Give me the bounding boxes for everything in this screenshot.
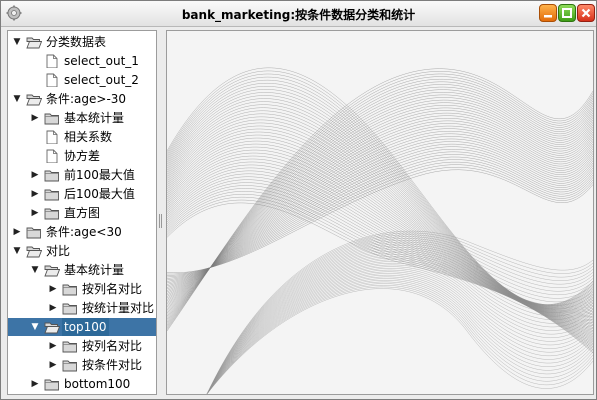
folder-icon: [62, 360, 77, 372]
collapse-toggle-icon[interactable]: ▼: [30, 261, 40, 279]
tree-item-label: 直方图: [64, 206, 101, 220]
tree-folder-item[interactable]: ▶ 条件:age<30: [12, 223, 156, 241]
wave-background-image: [167, 31, 593, 394]
tree-folder-item[interactable]: ▼ 条件:age>-30: [12, 90, 156, 108]
tree-folder-item[interactable]: ▼ 对比: [12, 242, 156, 260]
tree-item-label: 前100最大值: [64, 168, 135, 182]
tree-leaf-item[interactable]: 相关系数: [30, 128, 156, 146]
tree-folder-item[interactable]: ▶ 前100最大值: [30, 166, 156, 184]
expand-toggle-icon[interactable]: ▶: [30, 166, 40, 184]
folder-open-icon: [26, 37, 42, 49]
tree-item-label: 分类数据表: [46, 35, 107, 49]
content-panel: [166, 30, 594, 395]
folder-icon: [44, 379, 59, 391]
tree-panel[interactable]: ▼ 分类数据表 select_out_1 select_out_2 ▼ 条件:age>-3…: [7, 30, 157, 395]
tree-item-label: 按列名对比: [82, 339, 143, 353]
expand-toggle-icon[interactable]: ▶: [48, 356, 58, 374]
tree-folder-item[interactable]: ▼ 分类数据表: [12, 33, 156, 51]
tree-folder-item[interactable]: ▼ top100: [8, 318, 156, 336]
tree-leaf-item[interactable]: 协方差: [30, 147, 156, 165]
tree-item-label: 按统计量对比: [82, 301, 155, 315]
tree-folder-item[interactable]: ▶ 后100最大值: [30, 185, 156, 203]
maximize-icon: [562, 8, 572, 18]
tree-leaf-item[interactable]: select_out_2: [30, 71, 156, 89]
file-icon: [46, 54, 58, 68]
tree-folder-item[interactable]: ▶ 基本统计量: [30, 109, 156, 127]
tree-item-label: select_out_2: [64, 73, 139, 87]
folder-icon: [44, 208, 59, 220]
maximize-button[interactable]: [558, 4, 576, 22]
tree-item-label: select_out_1: [64, 54, 139, 68]
folder-icon: [44, 170, 59, 182]
tree-item-label: top100: [62, 318, 109, 336]
tree-item-label: 基本统计量: [64, 111, 125, 125]
collapse-toggle-icon[interactable]: ▼: [30, 318, 40, 336]
tree-folder-item[interactable]: ▶ 按统计量对比: [48, 299, 156, 317]
tree-item-label: 条件:age>-30: [46, 92, 127, 106]
title-bar[interactable]: bank_marketing:按条件数据分类和统计: [1, 1, 596, 27]
collapse-toggle-icon[interactable]: ▼: [12, 242, 22, 260]
tree-item-label: 后100最大值: [64, 187, 135, 201]
file-icon: [46, 73, 58, 87]
app-window: bank_marketing:按条件数据分类和统计 ▼ 分类数据表 select_o…: [0, 0, 597, 400]
expand-toggle-icon[interactable]: ▶: [48, 299, 58, 317]
folder-open-icon: [44, 265, 60, 277]
minimize-button[interactable]: [539, 4, 557, 22]
collapse-toggle-icon[interactable]: ▼: [12, 90, 22, 108]
tree-folder-item[interactable]: ▶ 直方图: [30, 204, 156, 222]
tree-folder-item[interactable]: ▶ 按列名对比: [48, 280, 156, 298]
tree-item-label: 基本统计量: [64, 263, 125, 277]
tree-item-label: 条件:age<30: [46, 225, 122, 239]
expand-toggle-icon[interactable]: ▶: [30, 109, 40, 127]
collapse-toggle-icon[interactable]: ▼: [12, 33, 22, 51]
window-title: bank_marketing:按条件数据分类和统计: [181, 8, 416, 22]
folder-icon: [62, 341, 77, 353]
tree-item-label: 按条件对比: [82, 358, 143, 372]
tree-leaf-item[interactable]: select_out_1: [30, 52, 156, 70]
expand-toggle-icon[interactable]: ▶: [12, 223, 22, 241]
minimize-icon: [544, 15, 552, 18]
tree-folder-item[interactable]: ▶ bottom100: [30, 375, 156, 393]
folder-icon: [62, 303, 77, 315]
folder-icon: [44, 189, 59, 201]
tree-item-label: 对比: [46, 244, 71, 258]
close-icon: [581, 8, 591, 18]
file-icon: [46, 149, 58, 163]
file-icon: [46, 130, 58, 144]
tree-folder-item[interactable]: ▼ 基本统计量: [30, 261, 156, 279]
folder-icon: [44, 113, 59, 125]
tree-item-label: bottom100: [64, 377, 131, 391]
expand-toggle-icon[interactable]: ▶: [30, 204, 40, 222]
expand-toggle-icon[interactable]: ▶: [48, 280, 58, 298]
folder-open-icon: [26, 94, 42, 106]
tree-item-label: 相关系数: [64, 130, 113, 144]
folder-open-icon: [26, 246, 42, 258]
folder-icon: [62, 284, 77, 296]
expand-toggle-icon[interactable]: ▶: [48, 337, 58, 355]
tree-folder-item[interactable]: ▶ 按列名对比: [48, 337, 156, 355]
divider-grip[interactable]: [159, 214, 162, 228]
expand-toggle-icon[interactable]: ▶: [30, 185, 40, 203]
folder-icon: [26, 227, 41, 239]
split-pane-divider[interactable]: [157, 30, 165, 393]
close-button[interactable]: [577, 4, 595, 22]
tree-item-label: 协方差: [64, 149, 101, 163]
tree-folder-item[interactable]: ▶ 按条件对比: [48, 356, 156, 374]
tree-item-label: 按列名对比: [82, 282, 143, 296]
expand-toggle-icon[interactable]: ▶: [30, 375, 40, 393]
folder-open-icon: [44, 322, 60, 334]
